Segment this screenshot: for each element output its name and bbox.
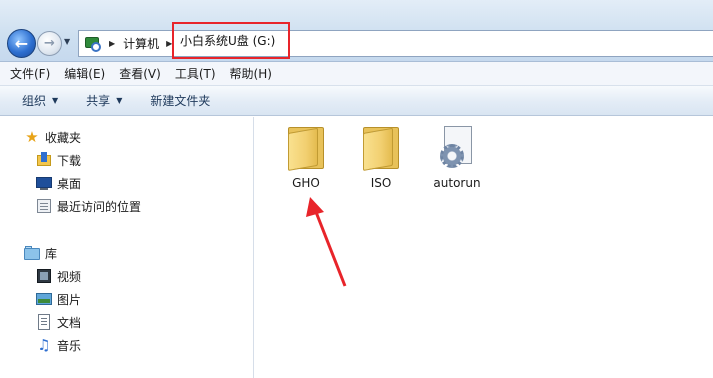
nav-item-documents[interactable]: 文档 (36, 312, 81, 332)
new-folder-button[interactable]: 新建文件夹 (150, 92, 210, 109)
file-list-pane: GHO ISO autorun (255, 117, 713, 378)
organize-button[interactable]: 组织 ▼ (22, 92, 58, 109)
nav-label: 文档 (57, 315, 82, 330)
chevron-down-icon: ▼ (116, 96, 123, 105)
nav-label: 下载 (57, 153, 82, 168)
nav-item-music[interactable]: ♫ 音乐 (36, 335, 81, 355)
new-folder-label: 新建文件夹 (150, 94, 211, 108)
arrow-left-icon: ← (14, 34, 29, 53)
file-item-iso[interactable]: ISO (346, 121, 416, 197)
forward-button[interactable]: → (37, 31, 62, 56)
nav-item-recent-places[interactable]: 最近访问的位置 (36, 196, 141, 216)
menu-view[interactable]: 查看(V) (119, 65, 161, 82)
nav-item-desktop[interactable]: 桌面 (36, 173, 81, 193)
file-name: GHO (292, 176, 320, 190)
command-bar: 组织 ▼ 共享 ▼ 新建文件夹 (0, 86, 713, 116)
downloads-folder-icon (36, 152, 52, 168)
nav-label: 音乐 (57, 338, 82, 353)
breadcrumb-drive-label: 小白系统U盘 (G:) (180, 34, 276, 48)
nav-item-videos[interactable]: 视频 (36, 266, 81, 286)
nav-label: 视频 (57, 269, 82, 284)
arrow-right-icon: → (44, 36, 55, 51)
recent-pages-dropdown[interactable]: ▼ (64, 37, 74, 47)
back-button[interactable]: ← (7, 29, 36, 58)
music-note-icon: ♫ (37, 336, 51, 354)
settings-file-icon (440, 126, 474, 170)
file-item-gho[interactable]: GHO (271, 121, 341, 197)
nav-label: 桌面 (57, 176, 82, 191)
folder-icon (288, 125, 324, 171)
breadcrumb-computer[interactable]: 计算机 (123, 35, 159, 52)
share-label: 共享 (86, 94, 111, 108)
menu-edit[interactable]: 编辑(E) (64, 65, 105, 82)
menu-file[interactable]: 文件(F) (10, 65, 50, 82)
star-icon: ★ (25, 128, 39, 146)
menu-bar: 文件(F) 编辑(E) 查看(V) 工具(T) 帮助(H) (0, 62, 713, 86)
folder-icon (363, 125, 399, 171)
chevron-down-icon: ▼ (52, 96, 59, 105)
nav-label: 最近访问的位置 (57, 199, 142, 214)
nav-favorites[interactable]: ★ 收藏夹 (24, 127, 81, 147)
menu-help[interactable]: 帮助(H) (230, 65, 272, 82)
nav-item-downloads[interactable]: 下载 (36, 150, 81, 170)
breadcrumb-separator-icon[interactable]: ▶ (109, 39, 115, 48)
file-name: autorun (433, 176, 481, 190)
file-name: ISO (370, 176, 392, 190)
navigation-pane: ★ 收藏夹 下载 桌面 最近访问的位置 库 视频 图片 文档 ♫ 音乐 (0, 117, 254, 378)
nav-label: 库 (45, 246, 58, 261)
menu-tools[interactable]: 工具(T) (175, 65, 216, 82)
desktop-icon (36, 175, 52, 191)
computer-drive-icon (84, 35, 102, 53)
library-folder-icon (24, 245, 40, 261)
breadcrumb-current-drive-highlighted[interactable]: 小白系统U盘 (G:) (172, 22, 290, 59)
video-library-icon (36, 268, 52, 284)
pictures-library-icon (36, 291, 52, 307)
nav-libraries[interactable]: 库 (24, 243, 57, 263)
share-button[interactable]: 共享 ▼ (86, 92, 122, 109)
nav-label: 收藏夹 (45, 130, 82, 145)
address-bar-region: ← → ▼ ▶ 计算机 ▶ 小白系统U盘 (G:) (0, 0, 713, 62)
organize-label: 组织 (22, 94, 47, 108)
file-item-autorun[interactable]: autorun (422, 121, 492, 197)
nav-label: 图片 (57, 292, 82, 307)
nav-item-pictures[interactable]: 图片 (36, 289, 81, 309)
documents-library-icon (36, 314, 52, 330)
recent-places-icon (36, 198, 52, 214)
